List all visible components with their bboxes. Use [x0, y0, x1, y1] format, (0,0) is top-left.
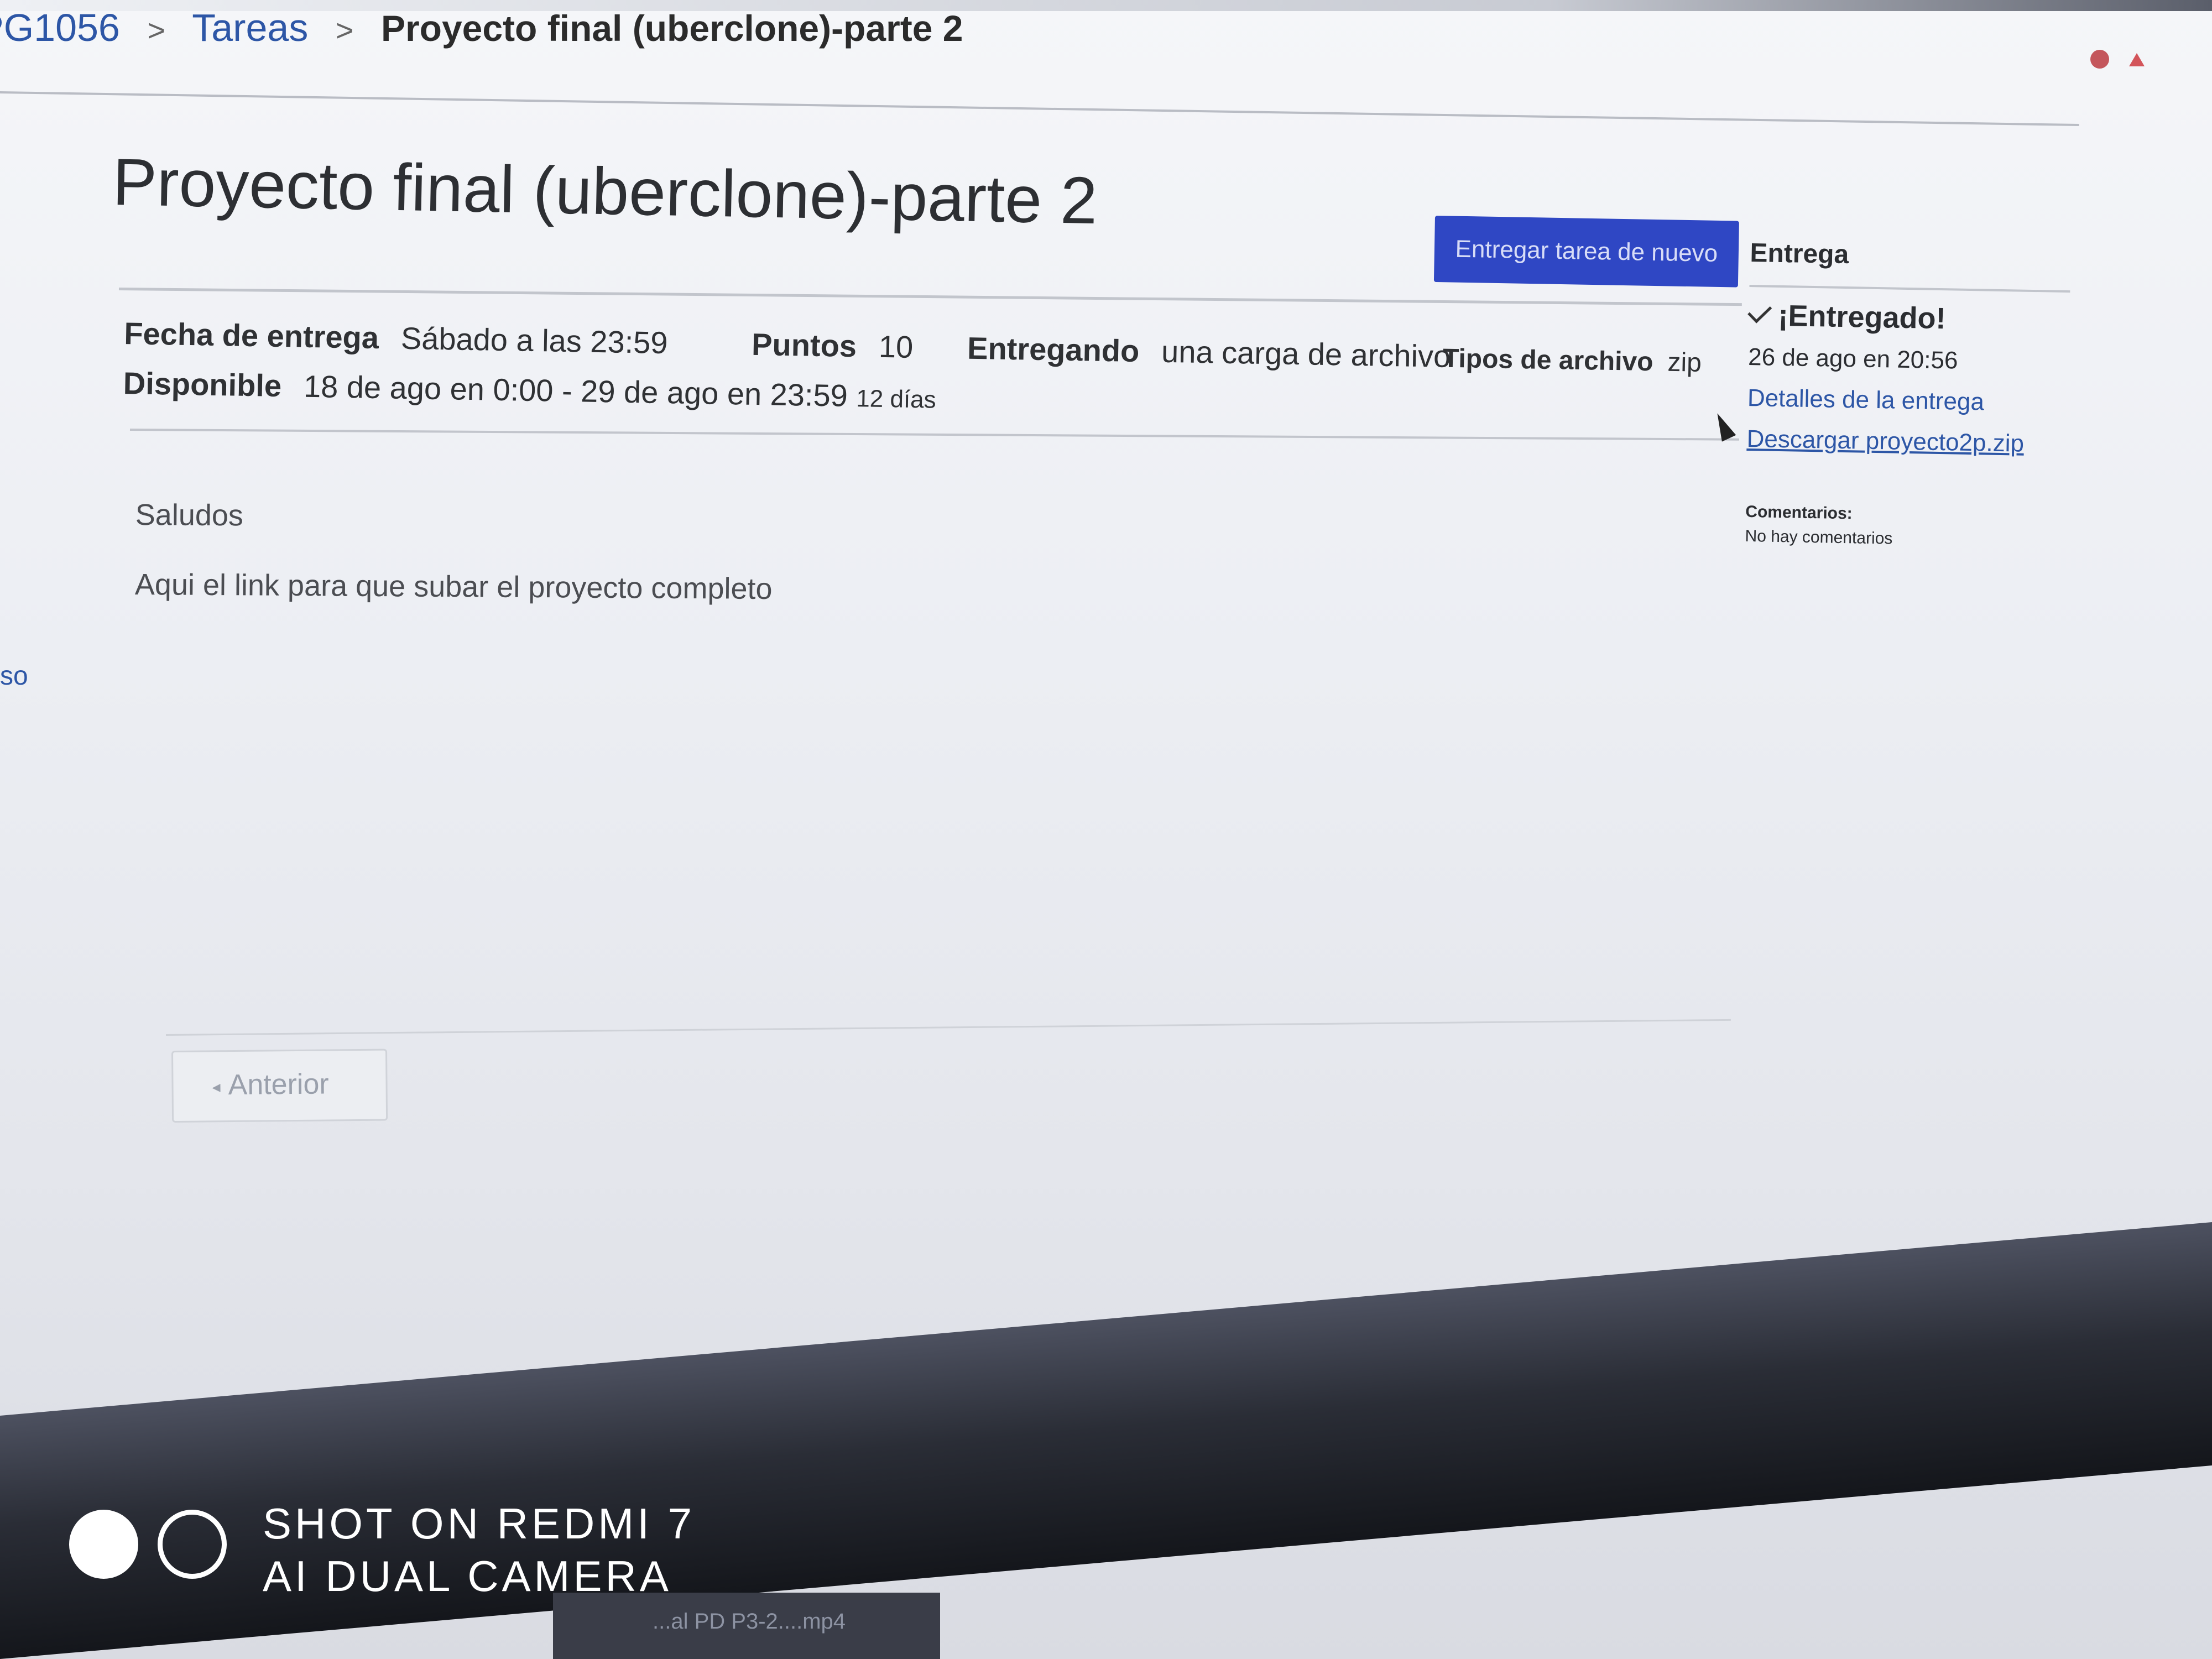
watermark-line-1: SHOT ON REDMI 7: [263, 1499, 695, 1548]
description-greeting: Saludos: [135, 498, 244, 533]
breadcrumb-tasks-link[interactable]: Tareas: [192, 6, 308, 49]
title-divider: [118, 288, 1742, 306]
screen: PG1056 > Tareas > Proyecto final (ubercl…: [0, 0, 2212, 1659]
download-submission-link[interactable]: Descargar proyecto2p.zip: [1746, 425, 2068, 458]
camera-watermark: SHOT ON REDMI 7 AI DUAL CAMERA: [69, 1493, 692, 1604]
assignment-description: Saludos Aqui el link para que subar el p…: [134, 498, 773, 641]
points: Puntos 10: [752, 326, 914, 365]
alert-icon[interactable]: [2129, 53, 2145, 66]
submission-sidebar: Entrega ¡Entregado! 26 de ago en 20:56 D…: [1745, 238, 2071, 551]
submitting: Entregando una carga de archivo: [967, 330, 1451, 374]
due-date-label: Fecha de entrega: [123, 315, 379, 356]
due-date: Fecha de entrega Sábado a las 23:59: [124, 315, 668, 361]
due-date-value: Sábado a las 23:59: [400, 320, 669, 361]
submission-status-text: ¡Entregado!: [1778, 299, 1947, 336]
availability-label: Disponible: [123, 365, 282, 403]
taskbar-item-label: ...al PD P3-2....mp4: [653, 1609, 846, 1634]
file-types-value: zip: [1667, 347, 1702, 378]
footer-divider: [166, 1019, 1731, 1036]
breadcrumb: PG1056 > Tareas > Proyecto final (ubercl…: [0, 6, 963, 50]
top-right-icons: [2090, 50, 2157, 72]
breadcrumb-separator: >: [147, 13, 166, 48]
file-types-label: Tipos de archivo: [1442, 343, 1653, 377]
breadcrumb-course-link[interactable]: PG1056: [0, 6, 120, 49]
camera-lens-ring-icon: [158, 1510, 227, 1579]
comments-value: No hay comentarios: [1745, 526, 1893, 548]
watermark-line-2: AI DUAL CAMERA: [263, 1552, 672, 1600]
description-text: Aqui el link para que subar el proyecto …: [134, 567, 773, 606]
file-types: Tipos de archivo zip: [1443, 338, 1702, 379]
side-nav-fragment[interactable]: so: [0, 661, 28, 691]
submission-details-link[interactable]: Detalles de la entrega: [1747, 384, 2069, 418]
breadcrumb-current: Proyecto final (uberclone)-parte 2: [380, 8, 963, 49]
camera-lens-filled-icon: [69, 1510, 138, 1579]
points-label: Puntos: [751, 326, 857, 364]
assignment-details: Fecha de entrega Sábado a las 23:59 Punto…: [123, 315, 1728, 443]
previous-button-label: Anterior: [228, 1068, 329, 1102]
availability-duration: 12 días: [855, 385, 937, 414]
submission-heading: Entrega: [1750, 238, 1849, 270]
submitting-value: una carga de archivo: [1161, 333, 1451, 374]
points-value: 10: [878, 328, 914, 364]
submission-status: ¡Entregado!: [1747, 298, 2070, 338]
notification-icon[interactable]: [2090, 50, 2109, 69]
header-divider: [0, 91, 2079, 127]
previous-button[interactable]: ◂ Anterior: [171, 1048, 388, 1123]
resubmit-assignment-button[interactable]: Entregar tarea de nuevo: [1433, 216, 1739, 288]
breadcrumb-separator: >: [335, 13, 354, 48]
submission-date: 26 de ago en 20:56: [1747, 343, 1958, 374]
check-icon: [1747, 299, 1772, 324]
submission-divider: [1749, 284, 2070, 293]
submitting-label: Entregando: [967, 330, 1140, 369]
chevron-left-icon: ◂: [212, 1077, 221, 1097]
comments-label: Comentarios:: [1745, 502, 1853, 523]
page-title: Proyecto final (uberclone)-parte 2: [112, 144, 1098, 238]
